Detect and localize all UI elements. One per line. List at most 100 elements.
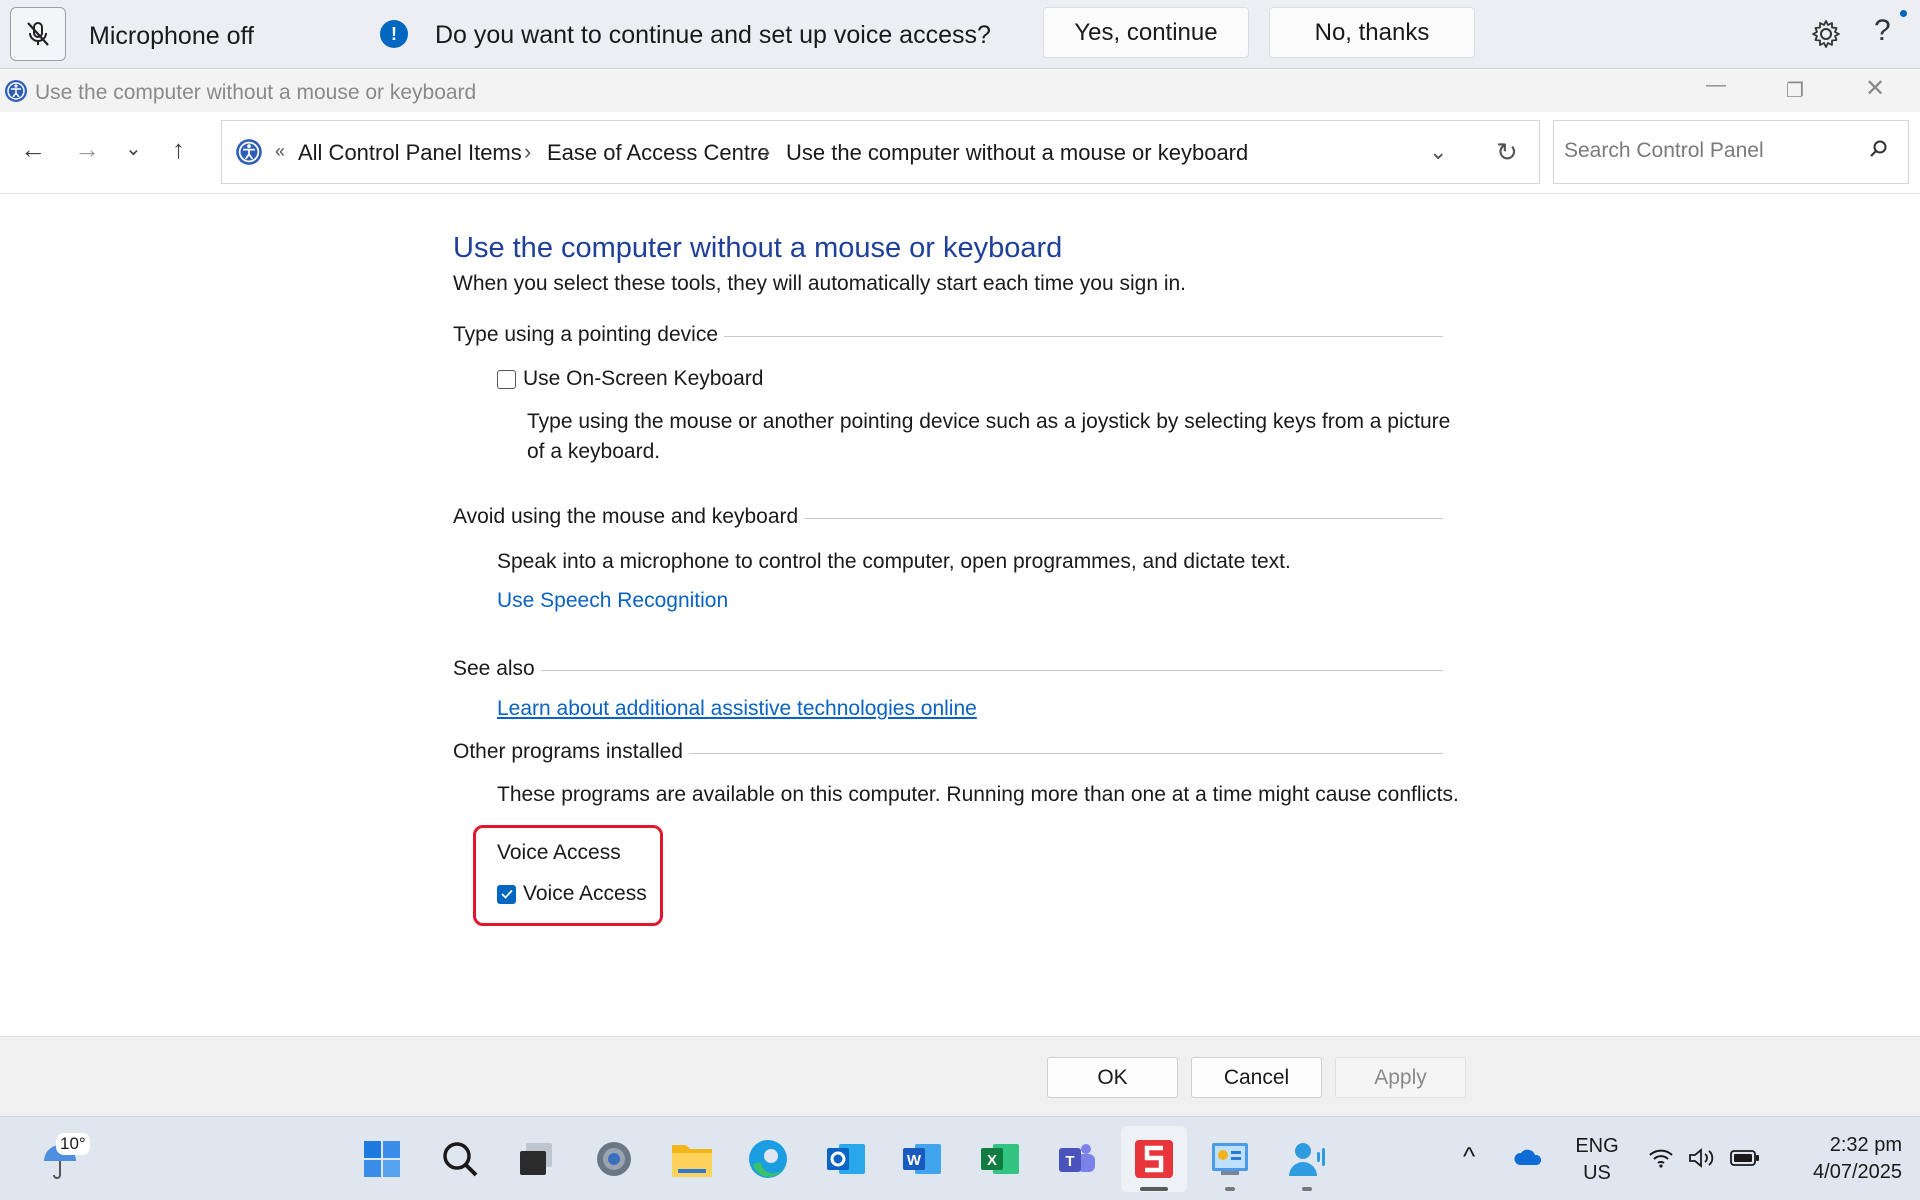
control-panel-location-icon [236, 139, 262, 165]
apply-button[interactable]: Apply [1335, 1057, 1466, 1098]
section-heading-avoid-mouse-keyboard: Avoid using the mouse and keyboard [453, 505, 1443, 529]
checkmark-icon [500, 889, 513, 899]
navigation-bar: ← → ⌄ ↑ « All Control Panel Items › Ease… [0, 112, 1920, 194]
breadcrumb-overflow[interactable]: « [275, 141, 285, 162]
breadcrumb-separator[interactable]: › [524, 139, 531, 165]
address-bar[interactable]: « All Control Panel Items › Ease of Acce… [221, 120, 1540, 184]
svg-text:X: X [987, 1152, 997, 1169]
search-icon[interactable] [438, 1137, 482, 1181]
voice-access-checkbox[interactable] [497, 884, 516, 904]
clock-time[interactable]: 2:32 pm [1770, 1134, 1902, 1157]
section-divider [540, 669, 1443, 671]
running-indicator [1225, 1187, 1235, 1191]
speech-description: Speak into a microphone to control the c… [497, 550, 1291, 573]
speech-recognition-link[interactable]: Use Speech Recognition [497, 589, 728, 613]
taskbar: 10° W X T ^ ENG US 2:32 pm 4/07/2025 [0, 1116, 1920, 1200]
file-explorer-icon[interactable] [670, 1137, 714, 1181]
forward-button[interactable]: → [74, 134, 100, 165]
show-hidden-icons-chevron[interactable]: ^ [1463, 1141, 1475, 1172]
teams-icon[interactable]: T [1054, 1137, 1098, 1181]
active-indicator [1140, 1187, 1168, 1191]
outlook-icon[interactable] [824, 1137, 868, 1181]
language-indicator-line1[interactable]: ENG [1570, 1135, 1624, 1158]
back-button[interactable]: ← [20, 134, 46, 165]
settings-gear-app-icon [597, 1142, 631, 1176]
snagit-icon[interactable] [1132, 1137, 1176, 1181]
volume-icon[interactable] [1688, 1147, 1716, 1169]
on-screen-keyboard-label[interactable]: Use On-Screen Keyboard [523, 367, 763, 391]
magnifier-icon [443, 1142, 478, 1177]
other-programs-description: These programs are available on this com… [497, 783, 1459, 806]
breadcrumb-separator[interactable]: › [763, 139, 770, 165]
section-heading-text: Other programs installed [453, 740, 683, 763]
info-icon: ! [380, 20, 408, 48]
help-icon[interactable]: ? [1874, 14, 1891, 48]
section-heading-pointing-device: Type using a pointing device [453, 323, 1443, 347]
start-icon[interactable] [360, 1137, 404, 1181]
settings-icon[interactable] [592, 1137, 636, 1181]
word-icon[interactable]: W [900, 1137, 944, 1181]
excel-icon[interactable]: X [978, 1137, 1022, 1181]
voice-access-option[interactable]: Voice Access [497, 882, 647, 906]
section-heading-other-programs: Other programs installed [453, 740, 1443, 764]
snagit-app-icon [1135, 1140, 1173, 1178]
battery-icon[interactable] [1730, 1149, 1760, 1167]
address-dropdown-button[interactable]: ⌄ [1429, 139, 1447, 165]
on-screen-keyboard-description: Type using the mouse or another pointing… [527, 410, 1451, 463]
maximize-button[interactable]: ❐ [1786, 78, 1804, 103]
recent-locations-button[interactable]: ⌄ [125, 136, 142, 161]
minimize-button[interactable]: — [1706, 74, 1726, 97]
settings-gear-icon[interactable] [1810, 18, 1842, 50]
language-indicator-line2[interactable]: US [1570, 1162, 1624, 1185]
clock-date[interactable]: 4/07/2025 [1770, 1161, 1902, 1184]
control-panel-app-icon [1212, 1143, 1248, 1175]
on-screen-keyboard-option[interactable]: Use On-Screen Keyboard [497, 367, 763, 391]
section-heading-see-also: See also [453, 657, 1443, 681]
section-heading-text: Type using a pointing device [453, 323, 719, 346]
up-button[interactable]: ↑ [172, 134, 185, 165]
task-view-icon[interactable] [514, 1137, 558, 1181]
onedrive-cloud-icon[interactable] [1513, 1147, 1543, 1167]
on-screen-keyboard-checkbox[interactable] [497, 369, 516, 389]
voice-access-icon[interactable] [1286, 1137, 1330, 1181]
edge-icon[interactable] [746, 1137, 790, 1181]
windows-logo-icon [364, 1141, 400, 1177]
section-heading-text: Avoid using the mouse and keyboard [453, 505, 799, 528]
section-divider [688, 752, 1443, 754]
folder-icon [672, 1145, 712, 1177]
notification-dot [1900, 10, 1907, 17]
refresh-button[interactable]: ↻ [1496, 137, 1518, 168]
weather-temperature[interactable]: 10° [56, 1133, 90, 1155]
voice-access-bar: Microphone off ! Do you want to continue… [0, 0, 1920, 69]
breadcrumb-all-control-panel-items[interactable]: All Control Panel Items [298, 140, 522, 166]
voice-access-question: Do you want to continue and set up voice… [435, 21, 991, 49]
window-title-bar: Use the computer without a mouse or keyb… [0, 70, 1920, 112]
microphone-off-icon [27, 22, 49, 46]
wifi-icon[interactable] [1648, 1147, 1674, 1169]
search-box[interactable] [1553, 120, 1909, 184]
breadcrumb-ease-of-access-centre[interactable]: Ease of Access Centre [547, 140, 770, 166]
svg-text:W: W [907, 1152, 922, 1169]
assistive-technologies-link[interactable]: Learn about additional assistive technol… [497, 697, 977, 721]
control-panel-icon[interactable] [1208, 1137, 1252, 1181]
cancel-button[interactable]: Cancel [1191, 1057, 1322, 1098]
search-icon[interactable] [1869, 139, 1889, 159]
section-heading-text: See also [453, 657, 535, 680]
main-content: Use the computer without a mouse or keyb… [0, 194, 1920, 1036]
yes-continue-button[interactable]: Yes, continue [1043, 7, 1249, 58]
breadcrumb-current-page[interactable]: Use the computer without a mouse or keyb… [786, 140, 1248, 166]
svg-text:T: T [1065, 1153, 1074, 1170]
excel-app-icon: X [981, 1144, 1019, 1174]
teams-app-icon: T [1059, 1144, 1095, 1172]
search-input[interactable] [1564, 139, 1854, 163]
page-title: Use the computer without a mouse or keyb… [453, 232, 1063, 264]
microphone-toggle-button[interactable] [10, 7, 66, 61]
page-subtitle: When you select these tools, they will a… [453, 272, 1187, 295]
ease-of-access-icon [5, 80, 27, 102]
voice-access-label[interactable]: Voice Access [523, 882, 647, 906]
close-button[interactable]: ✕ [1865, 74, 1885, 103]
section-divider [804, 517, 1443, 519]
no-thanks-button[interactable]: No, thanks [1269, 7, 1475, 58]
edge-browser-icon [749, 1140, 787, 1178]
ok-button[interactable]: OK [1047, 1057, 1178, 1098]
